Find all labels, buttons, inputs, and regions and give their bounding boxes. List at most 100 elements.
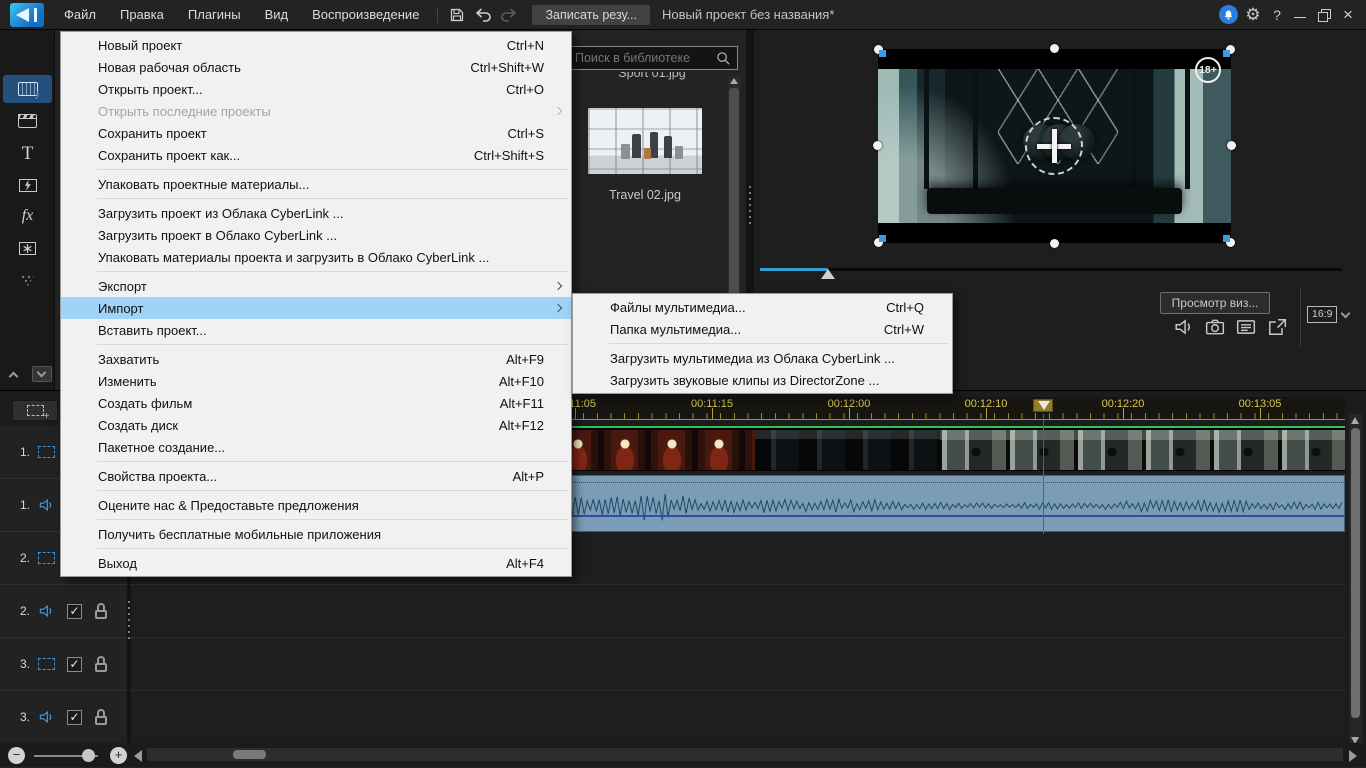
track-header-audio-2[interactable]: 2. ✓ <box>0 585 127 638</box>
submenu-arrow-icon <box>553 106 563 115</box>
menu-item-exit[interactable]: Выход Alt+F4 <box>61 552 571 574</box>
menu-item-download-project-from-cloud[interactable]: Загрузить проект из Облака CyberLink ... <box>61 202 571 224</box>
sidebar-item-titles[interactable]: T <box>3 139 52 167</box>
sidebar-item-particles[interactable] <box>3 266 52 294</box>
notification-bell-icon[interactable] <box>1219 5 1238 24</box>
minimize-button[interactable] <box>1290 6 1310 24</box>
menu-item-create-disc[interactable]: Создать диск Alt+F12 <box>61 414 571 436</box>
zoom-slider-handle[interactable] <box>82 749 95 762</box>
preview-seekbar[interactable] <box>760 268 1342 279</box>
track-lane-audio-3[interactable] <box>131 691 1345 744</box>
sidebar-item-projects[interactable] <box>3 107 52 135</box>
timeline-vertical-scrollbar[interactable] <box>1349 414 1362 747</box>
seekbar-handle[interactable] <box>821 269 835 279</box>
sidebar-scroll-down-button[interactable] <box>31 366 52 382</box>
track-lock-icon[interactable] <box>94 603 108 619</box>
scroll-up-icon[interactable] <box>730 78 738 84</box>
zoom-in-button[interactable]: + <box>110 747 127 764</box>
track-lock-icon[interactable] <box>94 709 108 725</box>
menu-item-project-properties[interactable]: Свойства проекта... Alt+P <box>61 465 571 487</box>
track-enable-checkbox[interactable]: ✓ <box>67 656 82 672</box>
crop-handle-bottom-right[interactable] <box>1223 235 1230 242</box>
selection-handle-middle-right[interactable] <box>1227 141 1236 150</box>
track-lock-icon[interactable] <box>94 656 108 672</box>
zoom-out-button[interactable]: − <box>8 747 25 764</box>
menu-item-export[interactable]: Экспорт <box>61 275 571 297</box>
submenu-item-download-media-from-cloud[interactable]: Загрузить мультимедиа из Облака CyberLin… <box>573 347 952 369</box>
menubar-edit[interactable]: Правка <box>108 0 176 30</box>
track-manager-button[interactable] <box>12 400 58 422</box>
menu-item-pack-project-materials[interactable]: Упаковать проектные материалы... <box>61 173 571 195</box>
snapshot-camera-icon[interactable] <box>1205 318 1225 336</box>
crop-handle-top-right[interactable] <box>1223 50 1230 57</box>
preview-video[interactable]: 18+ <box>873 44 1236 248</box>
save-icon[interactable] <box>444 4 470 26</box>
menubar-file[interactable]: Файл <box>52 0 108 30</box>
menu-item-save-project[interactable]: Сохранить проект Ctrl+S <box>61 122 571 144</box>
horizontal-scrollbar-thumb[interactable] <box>233 750 266 759</box>
menu-item-batch-produce[interactable]: Пакетное создание... <box>61 436 571 458</box>
menu-item-produce-movie[interactable]: Создать фильм Alt+F11 <box>61 392 571 414</box>
track-number: 2. <box>20 604 31 618</box>
menu-item-import[interactable]: Импорт <box>61 297 571 319</box>
track-lane-video-3[interactable] <box>131 638 1345 691</box>
details-list-icon[interactable] <box>1236 318 1256 336</box>
menu-item-open-project[interactable]: Открыть проект... Ctrl+O <box>61 78 571 100</box>
undo-icon[interactable] <box>470 4 496 26</box>
submenu-item-media-folder[interactable]: Папка мультимедиа... Ctrl+W <box>573 318 952 340</box>
menubar-plugins[interactable]: Плагины <box>176 0 253 30</box>
preview-quality-button[interactable]: Просмотр виз... <box>1160 292 1270 314</box>
menu-item-open-recent-projects[interactable]: Открыть последние проекты <box>61 100 571 122</box>
sidebar-item-media[interactable]: ♪ <box>3 75 52 103</box>
track-lane-audio-2[interactable] <box>131 585 1345 638</box>
menubar-view[interactable]: Вид <box>253 0 301 30</box>
menu-item-new-workspace[interactable]: Новая рабочая область Ctrl+Shift+W <box>61 56 571 78</box>
restore-button[interactable] <box>1314 6 1334 24</box>
track-header-audio-3[interactable]: 3. ✓ <box>0 691 127 744</box>
vertical-scrollbar-thumb[interactable] <box>1351 428 1360 718</box>
search-input[interactable] <box>567 51 716 65</box>
close-button[interactable]: × <box>1338 5 1358 24</box>
menu-item-capture[interactable]: Захватить Alt+F9 <box>61 348 571 370</box>
track-header-video-3[interactable]: 3. ✓ <box>0 638 127 691</box>
sidebar-scroll-up-button[interactable] <box>4 366 24 382</box>
menu-item-insert-project[interactable]: Вставить проект... <box>61 319 571 341</box>
crop-handle-top-left[interactable] <box>879 50 886 57</box>
help-icon[interactable]: ? <box>1268 7 1286 23</box>
submenu-item-download-sound-clips-directorzone[interactable]: Загрузить звуковые клипы из DirectorZone… <box>573 369 952 391</box>
menu-item-edit-mode[interactable]: Изменить Alt+F10 <box>61 370 571 392</box>
playhead-marker[interactable] <box>1033 399 1053 412</box>
ruler-timestamp: 00:11:15 <box>690 398 734 410</box>
selection-handle-top-center[interactable] <box>1050 44 1059 53</box>
submenu-item-media-files[interactable]: Файлы мультимедиа... Ctrl+Q <box>573 296 952 318</box>
menu-item-get-mobile-apps[interactable]: Получить бесплатные мобильные приложения <box>61 523 571 545</box>
scroll-up-icon[interactable] <box>1351 417 1359 424</box>
sidebar-item-pip-objects[interactable]: ∗ <box>3 234 52 262</box>
library-item[interactable]: Travel 02.jpg <box>588 108 702 202</box>
menu-item-upload-project-to-cloud[interactable]: Загрузить проект в Облако CyberLink ... <box>61 224 571 246</box>
aspect-ratio-badge[interactable]: 16:9 <box>1307 306 1338 323</box>
library-search-box[interactable] <box>566 46 738 70</box>
produce-button[interactable]: Записать резу... <box>532 4 650 25</box>
selection-handle-bottom-center[interactable] <box>1050 239 1059 248</box>
menu-item-new-project[interactable]: Новый проект Ctrl+N <box>61 34 571 56</box>
menu-item-rate-us[interactable]: Оцените нас & Предоставьте предложения <box>61 494 571 516</box>
timeline-horizontal-scrollbar[interactable] <box>147 748 1343 761</box>
redo-icon[interactable] <box>496 4 522 26</box>
scroll-right-icon[interactable] <box>1349 750 1357 762</box>
sidebar-item-transitions[interactable] <box>3 171 52 199</box>
crop-handle-bottom-left[interactable] <box>879 235 886 242</box>
sidebar-item-effects[interactable]: fx <box>3 202 52 230</box>
file-menu-dropdown: Новый проект Ctrl+N Новая рабочая область… <box>60 31 572 577</box>
settings-gear-icon[interactable]: ⚙ <box>1242 6 1264 23</box>
selection-handle-middle-left[interactable] <box>873 141 882 150</box>
track-enable-checkbox[interactable]: ✓ <box>67 603 82 619</box>
menu-item-save-project-as[interactable]: Сохранить проект как... Ctrl+Shift+S <box>61 144 571 166</box>
track-enable-checkbox[interactable]: ✓ <box>67 709 82 725</box>
scroll-left-icon[interactable] <box>134 750 142 762</box>
undock-preview-icon[interactable] <box>1267 318 1287 336</box>
menubar-playback[interactable]: Воспроизведение <box>300 0 431 30</box>
menu-item-pack-and-upload-to-cloud[interactable]: Упаковать материалы проекта и загрузить … <box>61 246 571 268</box>
aspect-ratio-chevron-icon[interactable] <box>1340 308 1351 319</box>
volume-icon[interactable] <box>1174 318 1194 336</box>
